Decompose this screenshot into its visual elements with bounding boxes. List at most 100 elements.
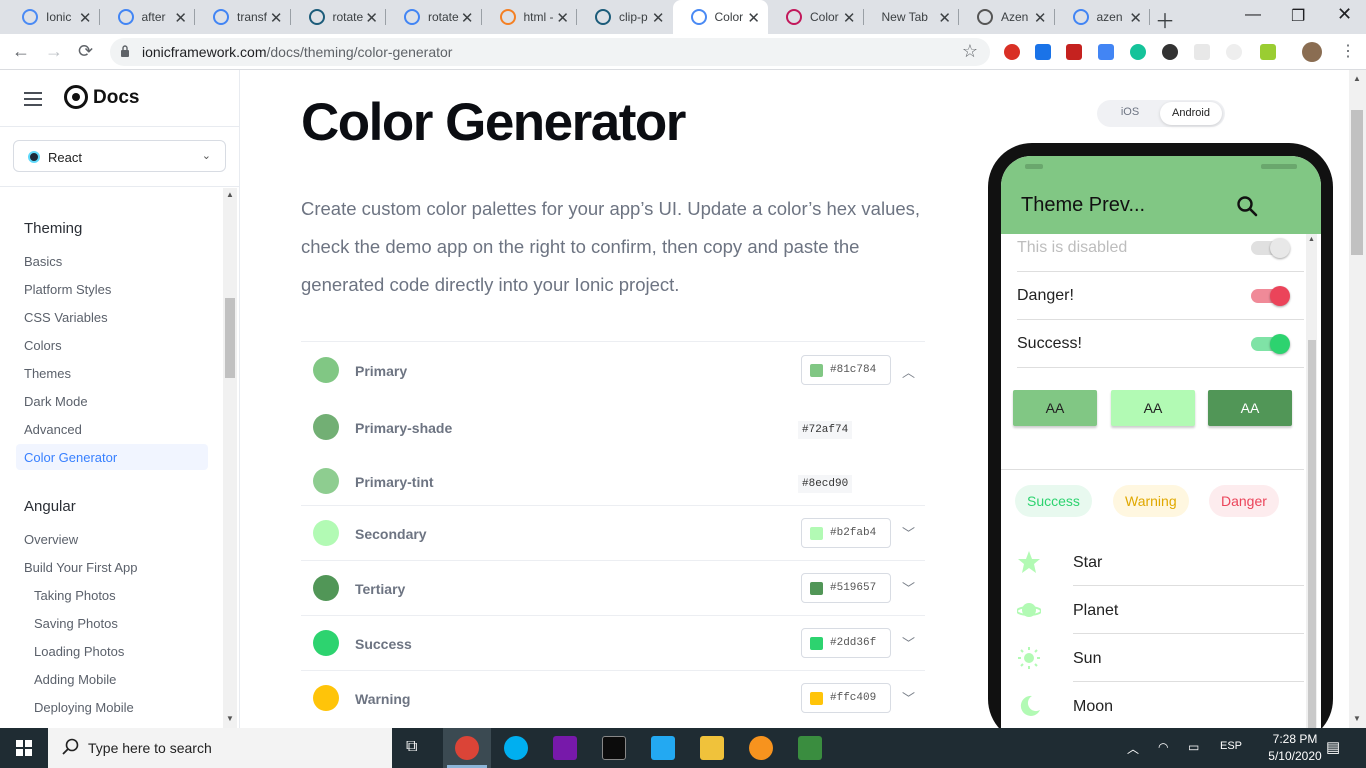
- page-scrollbar-thumb[interactable]: [1351, 110, 1363, 255]
- browser-tab[interactable]: html - ✕: [482, 0, 577, 34]
- toggle-item-success[interactable]: Success!: [1017, 320, 1304, 368]
- browser-tab[interactable]: rotate ✕: [386, 0, 482, 34]
- chevron-down-icon[interactable]: ﹀: [902, 523, 915, 542]
- wifi-icon[interactable]: ◠: [1158, 740, 1168, 754]
- scroll-up-arrow-icon[interactable]: ▲: [1353, 74, 1361, 83]
- sidebar-item-platform-styles[interactable]: Platform Styles: [24, 282, 111, 297]
- sidebar-item-css-variables[interactable]: CSS Variables: [24, 310, 108, 325]
- hex-input[interactable]: #81c784: [801, 355, 891, 385]
- hex-input[interactable]: #2dd36f: [801, 628, 891, 658]
- reload-button[interactable]: ⟳: [78, 41, 93, 62]
- cors-extension-icon[interactable]: [1066, 44, 1082, 60]
- preview-button-primary[interactable]: AA: [1013, 390, 1097, 426]
- framework-select[interactable]: React ⌄: [13, 140, 226, 172]
- onenote-taskbar-icon[interactable]: [553, 736, 577, 760]
- close-tab-icon[interactable]: ✕: [270, 9, 283, 27]
- task-view-icon[interactable]: ⧉: [406, 738, 417, 756]
- close-tab-icon[interactable]: ✕: [365, 9, 378, 27]
- forward-button[interactable]: →: [45, 41, 63, 62]
- preview-scrollbar[interactable]: ▲: [1306, 234, 1317, 728]
- close-tab-icon[interactable]: ✕: [938, 9, 951, 27]
- extension-icon-7[interactable]: [1194, 44, 1210, 60]
- segment-ios[interactable]: iOS: [1105, 106, 1155, 118]
- color-row-primary[interactable]: Primary #81c784 ︿: [301, 341, 925, 399]
- translate-extension-icon[interactable]: [1098, 44, 1114, 60]
- page-scrollbar[interactable]: ▲ ▼: [1349, 70, 1366, 728]
- hamburger-menu-icon[interactable]: [24, 92, 42, 106]
- eyedropper-extension-icon[interactable]: [1260, 44, 1276, 60]
- sidebar-item-colors[interactable]: Colors: [24, 338, 62, 353]
- chip-warning[interactable]: Warning: [1113, 485, 1189, 517]
- back-button[interactable]: ←: [12, 41, 30, 62]
- toggle-knob[interactable]: [1270, 286, 1290, 306]
- profile-avatar[interactable]: [1302, 42, 1322, 62]
- browser-tab[interactable]: azen ✕: [1055, 0, 1150, 34]
- bookmark-star-icon[interactable]: ☆: [962, 41, 978, 62]
- color-row-secondary[interactable]: Secondary #b2fab4 ﹀: [301, 505, 925, 560]
- list-item-planet[interactable]: Planet: [1073, 586, 1304, 634]
- scroll-down-arrow-icon[interactable]: ▼: [1353, 714, 1361, 723]
- close-tab-icon[interactable]: ✕: [747, 9, 760, 27]
- browser-tab[interactable]: transf ✕: [195, 0, 291, 34]
- close-tab-icon[interactable]: ✕: [1034, 9, 1047, 27]
- notification-icon[interactable]: ▤: [1326, 738, 1340, 756]
- hex-input[interactable]: #ffc409: [801, 683, 891, 713]
- close-window-button[interactable]: ✕: [1337, 4, 1352, 25]
- color-row-warning[interactable]: Warning #ffc409 ﹀: [301, 670, 925, 725]
- scroll-up-arrow-icon[interactable]: ▲: [1308, 236, 1315, 243]
- browser-tab[interactable]: after ✕: [100, 0, 195, 34]
- chevron-up-icon[interactable]: ︿: [902, 362, 915, 381]
- toggle-knob[interactable]: [1270, 334, 1290, 354]
- hex-input[interactable]: #519657: [801, 573, 891, 603]
- preview-button-secondary[interactable]: AA: [1111, 390, 1195, 426]
- terminal-taskbar-icon[interactable]: [602, 736, 626, 760]
- chip-success[interactable]: Success: [1015, 485, 1092, 517]
- close-tab-icon[interactable]: ✕: [461, 9, 474, 27]
- file-explorer-taskbar-icon[interactable]: [700, 736, 724, 760]
- close-tab-icon[interactable]: ✕: [556, 9, 569, 27]
- sidebar-item-basics[interactable]: Basics: [24, 254, 62, 269]
- browser-tab[interactable]: Color ✕: [768, 0, 864, 34]
- skype-taskbar-icon[interactable]: [504, 736, 528, 760]
- color-row-tertiary[interactable]: Tertiary #519657 ﹀: [301, 560, 925, 615]
- sidebar-item-overview[interactable]: Overview: [24, 532, 78, 547]
- browser-tab[interactable]: Ionic ✕: [4, 0, 100, 34]
- address-bar[interactable]: ionicframework.com/docs/theming/color-ge…: [110, 38, 990, 66]
- sidebar-item-color-generator[interactable]: Color Generator: [16, 444, 208, 470]
- close-tab-icon[interactable]: ✕: [79, 9, 92, 27]
- browser-tab[interactable]: Azen ✕: [959, 0, 1055, 34]
- scroll-up-arrow-icon[interactable]: ▲: [226, 190, 234, 199]
- maximize-button[interactable]: ❐: [1291, 6, 1305, 26]
- browser-tab[interactable]: clip-p ✕: [577, 0, 673, 34]
- sidebar-item-deploying-mobile[interactable]: Deploying Mobile: [34, 700, 134, 715]
- chip-danger[interactable]: Danger: [1209, 485, 1279, 517]
- extension-icon-1[interactable]: [1004, 44, 1020, 60]
- list-item-moon[interactable]: Moon: [1073, 682, 1304, 728]
- close-tab-icon[interactable]: ✕: [652, 9, 665, 27]
- scroll-down-arrow-icon[interactable]: ▼: [226, 714, 234, 723]
- tray-chevron-up-icon[interactable]: ︿: [1127, 740, 1139, 757]
- sidebar-item-build-first-app[interactable]: Build Your First App: [24, 560, 137, 575]
- preview-button-tertiary[interactable]: AA: [1208, 390, 1292, 426]
- extension-icon-8[interactable]: [1226, 44, 1242, 60]
- sidebar-item-loading-photos[interactable]: Loading Photos: [34, 644, 124, 659]
- vscode-taskbar-icon[interactable]: [651, 736, 675, 760]
- taskbar-search-box[interactable]: Type here to search: [48, 728, 392, 768]
- windows-start-icon[interactable]: [0, 728, 48, 768]
- search-icon[interactable]: [1236, 195, 1258, 217]
- list-item-sun[interactable]: Sun: [1073, 634, 1304, 682]
- hex-input[interactable]: #b2fab4: [801, 518, 891, 548]
- extension-icon-2[interactable]: [1035, 44, 1051, 60]
- close-tab-icon[interactable]: ✕: [174, 9, 187, 27]
- sidebar-item-themes[interactable]: Themes: [24, 366, 71, 381]
- browser-menu-icon[interactable]: ⋮: [1340, 41, 1356, 61]
- chrome-taskbar-icon[interactable]: [455, 736, 479, 760]
- spreadsheet-taskbar-icon[interactable]: [798, 736, 822, 760]
- browser-tab[interactable]: Color ✕: [672, 0, 768, 34]
- ionic-logo-icon[interactable]: [64, 85, 88, 109]
- clock-date[interactable]: 5/10/2020: [1264, 749, 1326, 763]
- battery-icon[interactable]: ▭: [1188, 740, 1199, 754]
- list-item-star[interactable]: Star: [1073, 538, 1304, 586]
- sidebar-scrollbar[interactable]: ▲ ▼: [223, 188, 237, 728]
- sidebar-item-taking-photos[interactable]: Taking Photos: [34, 588, 116, 603]
